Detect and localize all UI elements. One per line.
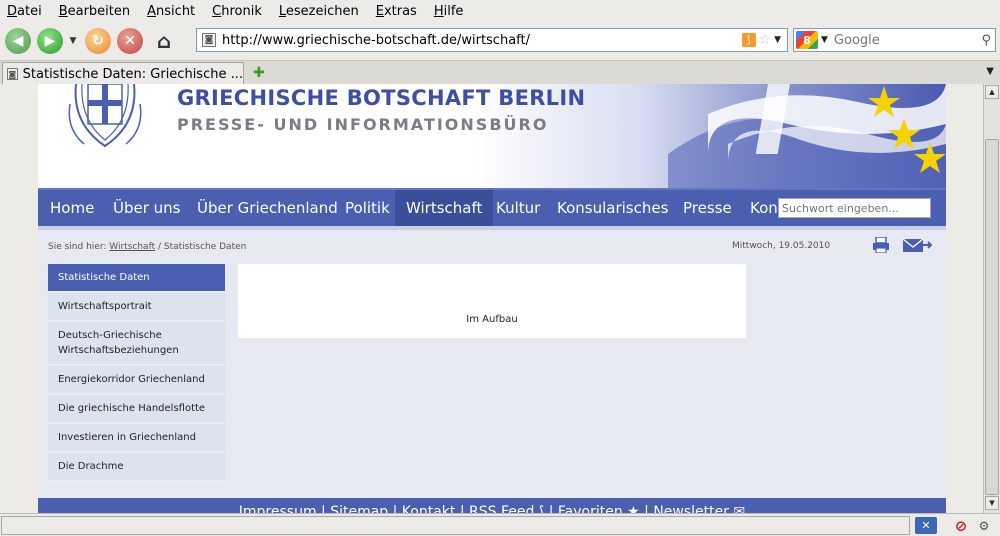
status-bar: ✕ ⊘ ⚙: [0, 513, 1000, 536]
extension-s-icon[interactable]: ⊘: [952, 517, 970, 535]
printer-icon[interactable]: [872, 237, 890, 253]
search-input[interactable]: [833, 32, 982, 48]
home-button[interactable]: ⌂: [151, 28, 177, 54]
content-area: Im Aufbau: [238, 264, 746, 338]
bookmark-star-icon[interactable]: ☆: [759, 32, 772, 48]
site-search-input[interactable]: [778, 198, 931, 218]
site-subtitle: PRESSE- UND INFORMATIONSBÜRO: [177, 115, 549, 134]
current-date: Mittwoch, 19.05.2010: [732, 241, 831, 251]
sidebar-item-energiekorridor[interactable]: Energiekorridor Griechenland: [48, 366, 225, 395]
breadcrumb: Sie sind hier: Wirtschaft / Statistische…: [48, 242, 246, 252]
tab-bar: ◙ Statistische Daten: Griechische ... ✚ …: [0, 60, 1000, 85]
coat-of-arms-icon: [68, 84, 142, 148]
site-footer[interactable]: Impressum | Sitemap | Kontakt | RSS Feed…: [38, 498, 946, 513]
url-bar[interactable]: ◙ http://www.griechische-botschaft.de/wi…: [196, 28, 788, 52]
back-button[interactable]: ◀: [5, 28, 31, 54]
nav-wirtschaft[interactable]: Wirtschaft: [395, 190, 494, 226]
new-tab-icon[interactable]: ✚: [253, 65, 265, 81]
web-page: GRIECHISCHE BOTSCHAFT BERLIN PRESSE- UND…: [38, 84, 946, 513]
extension-x-icon[interactable]: ✕: [915, 517, 937, 534]
nav-presse[interactable]: Presse: [672, 190, 743, 226]
site-icon: ◙: [202, 33, 216, 47]
nav-home[interactable]: Home: [39, 190, 105, 226]
tab-active[interactable]: ◙ Statistische Daten: Griechische ...: [2, 62, 244, 85]
sidebar-item-wirtschaftsportrait[interactable]: Wirtschaftsportrait: [48, 293, 225, 322]
sidebar-item-handelsflotte[interactable]: Die griechische Handelsflotte: [48, 395, 225, 424]
menu-datei[interactable]: Datei: [7, 4, 42, 19]
rss-icon[interactable]: ⟆: [741, 33, 756, 47]
search-bar[interactable]: 8 ▼ ⚲: [793, 28, 996, 52]
url-text[interactable]: http://www.griechische-botschaft.de/wirt…: [222, 33, 742, 48]
sidebar-navigation: Statistische Daten Wirtschaftsportrait D…: [48, 264, 225, 482]
site-header: GRIECHISCHE BOTSCHAFT BERLIN PRESSE- UND…: [38, 84, 946, 188]
navigation-toolbar: ◀ ▶ ▼ ↻ ✕ ⌂ ◙ http://www.griechische-bot…: [0, 22, 1000, 60]
sidebar-item-statistische-daten[interactable]: Statistische Daten: [48, 264, 225, 293]
menu-bar: Datei Bearbeiten Ansicht Chronik Lesezei…: [0, 0, 1000, 22]
menu-hilfe[interactable]: Hilfe: [434, 4, 464, 19]
forward-button[interactable]: ▶: [37, 28, 63, 54]
status-text-field: [1, 516, 910, 535]
nav-kultur[interactable]: Kultur: [485, 190, 551, 226]
site-title: GRIECHISCHE BOTSCHAFT BERLIN: [177, 86, 586, 110]
menu-chronik[interactable]: Chronik: [212, 4, 262, 19]
sidebar-item-deutsch-griechische-beziehungen[interactable]: Deutsch-Griechische Wirtschaftsbeziehung…: [48, 322, 225, 366]
nav-sub-bar: [38, 226, 946, 230]
history-dropdown-icon[interactable]: ▼: [67, 28, 79, 54]
breadcrumb-prefix: Sie sind hier:: [48, 242, 107, 252]
sidebar-item-investieren[interactable]: Investieren in Griechenland: [48, 424, 225, 453]
google-icon[interactable]: 8: [796, 31, 818, 49]
nav-politik[interactable]: Politik: [334, 190, 401, 226]
url-dropdown-icon[interactable]: ▼: [774, 35, 781, 45]
nav-ueber-uns[interactable]: Über uns: [102, 190, 192, 226]
search-engine-dropdown-icon[interactable]: ▼: [821, 35, 828, 45]
content-text: Im Aufbau: [466, 314, 518, 325]
tab-favicon-icon: ◙: [7, 68, 18, 80]
mail-icon[interactable]: [903, 238, 933, 253]
vertical-scrollbar[interactable]: ▲ ▼: [983, 84, 1000, 513]
browser-viewport: GRIECHISCHE BOTSCHAFT BERLIN PRESSE- UND…: [0, 84, 983, 513]
flag-banner-icon: [668, 84, 946, 188]
main-navigation: Home Über uns Über Griechenland Politik …: [38, 188, 946, 226]
extension-gear-icon[interactable]: ⚙: [974, 517, 994, 534]
menu-lesezeichen[interactable]: Lesezeichen: [279, 4, 359, 19]
breadcrumb-current: / Statistische Daten: [157, 242, 247, 252]
menu-bearbeiten[interactable]: Bearbeiten: [59, 4, 130, 19]
tab-label: Statistische Daten: Griechische ...: [22, 66, 243, 82]
nav-ueber-griechenland[interactable]: Über Griechenland: [186, 190, 349, 226]
sidebar-item-drachme[interactable]: Die Drachme: [48, 453, 225, 482]
scroll-down-icon[interactable]: ▼: [985, 496, 999, 510]
scrollbar-thumb[interactable]: [985, 139, 999, 495]
nav-konsularisches[interactable]: Konsularisches: [546, 190, 679, 226]
breadcrumb-link-wirtschaft[interactable]: Wirtschaft: [109, 242, 155, 252]
reload-button[interactable]: ↻: [85, 28, 111, 54]
menu-extras[interactable]: Extras: [376, 4, 417, 19]
scroll-up-icon[interactable]: ▲: [985, 85, 999, 99]
tab-list-icon[interactable]: ▼: [986, 66, 994, 77]
stop-button[interactable]: ✕: [117, 28, 143, 54]
menu-ansicht[interactable]: Ansicht: [147, 4, 195, 19]
search-icon[interactable]: ⚲: [981, 33, 991, 48]
